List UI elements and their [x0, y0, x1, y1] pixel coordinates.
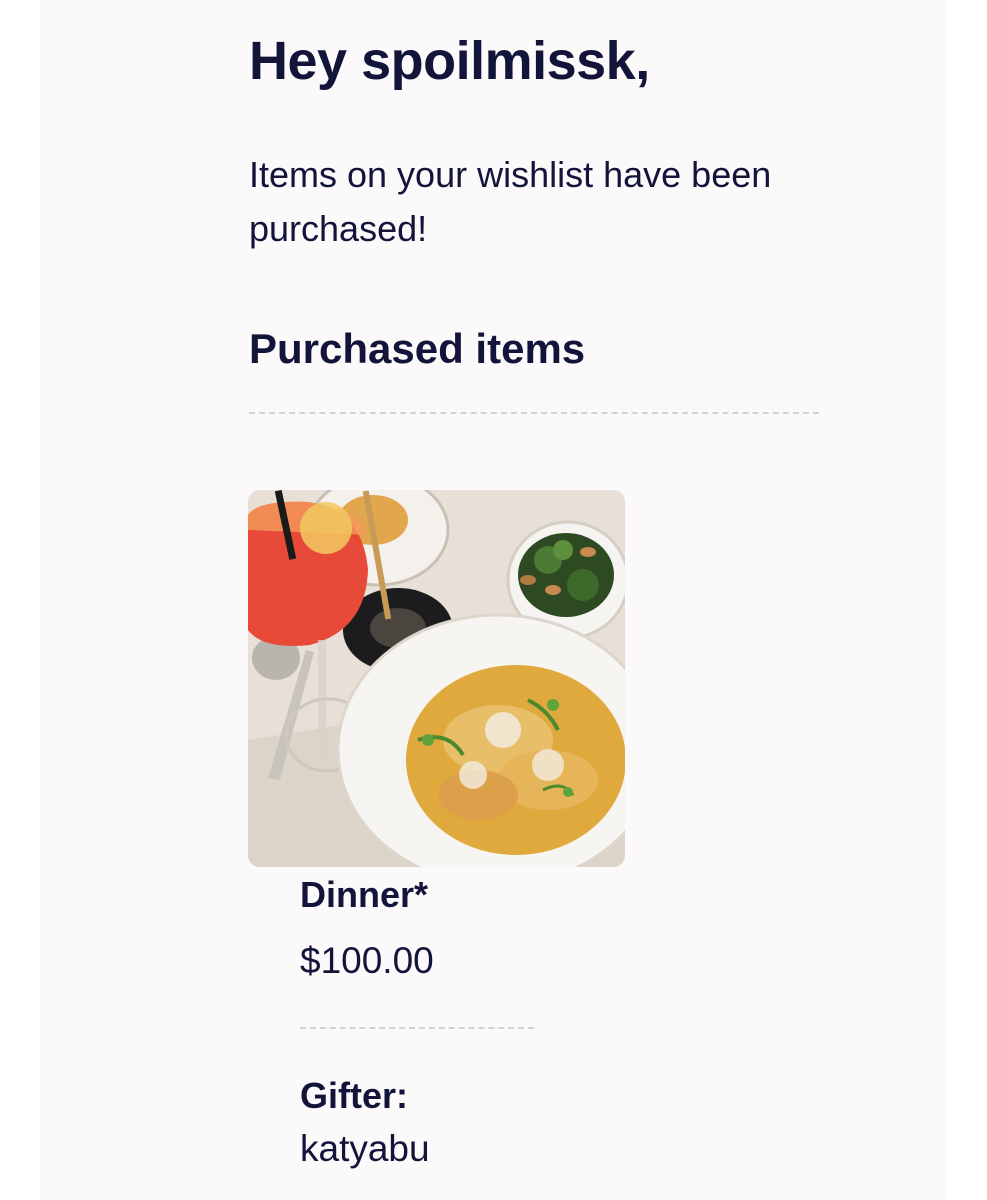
item-name[interactable]: Dinner* — [300, 874, 428, 916]
section-divider — [249, 412, 819, 414]
intro-text: Items on your wishlist have been purchas… — [249, 154, 772, 249]
purchased-items-title: Purchased items — [249, 325, 586, 372]
item-price: $100.00 — [300, 940, 434, 981]
email-body: Hey spoilmissk, Items on your wishlist h… — [40, 0, 946, 1200]
item-divider — [300, 1027, 534, 1029]
greeting-heading: Hey spoilmissk, — [249, 31, 650, 91]
item-image[interactable] — [248, 490, 625, 867]
gifter-name: katyabu — [300, 1128, 430, 1169]
gifter-label: Gifter: — [300, 1075, 408, 1116]
